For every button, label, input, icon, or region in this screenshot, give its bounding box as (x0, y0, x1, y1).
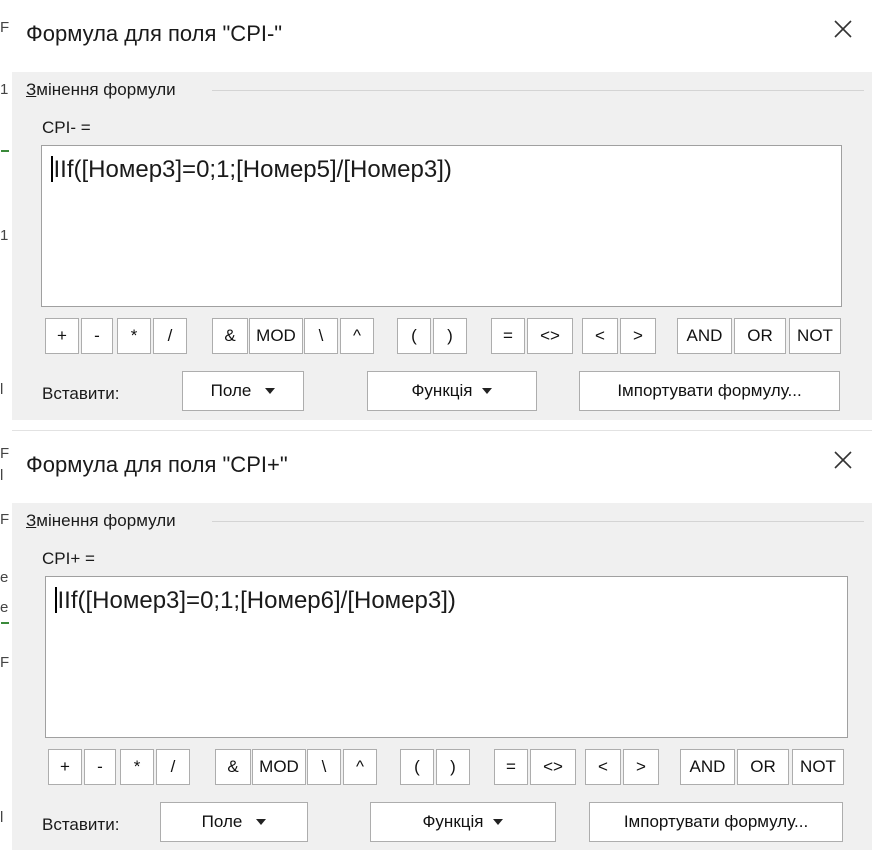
edge-glyph: 1 (0, 227, 9, 244)
text-cursor (55, 587, 57, 613)
edge-glyph: l (0, 467, 4, 484)
operator-or-button[interactable]: OR (737, 749, 789, 785)
edge-glyph: 1 (0, 81, 9, 98)
field-label: CPI+ = (42, 549, 95, 568)
operator-less-button[interactable]: < (585, 749, 621, 785)
group-title: Змінення формули (26, 80, 182, 100)
operator-intdiv-button[interactable]: \ (307, 749, 341, 785)
formula-dialog-cpi-minus: Формула для поля "CPI-" Змінення формули… (12, 0, 872, 420)
formula-dialog-cpi-plus: Формула для поля "CPI+" Змінення формули… (12, 430, 872, 850)
operator-concat-button[interactable]: & (215, 749, 251, 785)
operator-divide-button[interactable]: / (156, 749, 190, 785)
operator-less-button[interactable]: < (582, 318, 618, 354)
close-icon[interactable] (830, 447, 856, 473)
operator-greater-button[interactable]: > (620, 318, 656, 354)
formula-text: IIf([Номер3]=0;1;[Номер6]/[Номер3]) (57, 587, 456, 614)
operator-plus-button[interactable]: + (48, 749, 82, 785)
group-title-text: мінення формули (36, 80, 176, 99)
field-label: CPI- = (42, 118, 91, 137)
edge-glyph: l (0, 381, 4, 398)
close-paren-button[interactable]: ) (436, 749, 470, 785)
operator-notequal-button[interactable]: <> (527, 318, 573, 354)
group-title: Змінення формули (26, 511, 182, 531)
insert-field-dropdown[interactable]: Поле (182, 371, 304, 411)
dialog-titlebar: Формула для поля "CPI-" (12, 0, 872, 72)
group-divider (212, 521, 864, 522)
formula-editor[interactable]: IIf([Номер3]=0;1;[Номер5]/[Номер3]) (41, 145, 842, 307)
operator-mod-button[interactable]: MOD (252, 749, 306, 785)
chevron-down-icon (493, 819, 504, 825)
insert-field-dropdown[interactable]: Поле (160, 802, 308, 842)
operator-greater-button[interactable]: > (623, 749, 659, 785)
edge-glyph: e (0, 599, 9, 616)
background-window-edge: F 1 1 l F l F e e F l (0, 0, 12, 838)
chevron-down-icon (482, 388, 493, 394)
insert-function-label: Функція (411, 381, 473, 400)
operator-minus-button[interactable]: - (84, 749, 116, 785)
edge-glyph: l (0, 809, 4, 826)
group-divider (212, 90, 864, 91)
insert-function-dropdown[interactable]: Функція (370, 802, 556, 842)
edge-glyph: F (0, 654, 10, 671)
operator-equals-button[interactable]: = (494, 749, 528, 785)
edge-glyph: F (0, 445, 10, 462)
insert-function-label: Функція (422, 812, 484, 831)
operator-plus-button[interactable]: + (45, 318, 79, 354)
edge-glyph: F (0, 19, 10, 36)
close-paren-button[interactable]: ) (433, 318, 467, 354)
dialog-title: Формула для поля "CPI-" (26, 21, 283, 46)
operator-divide-button[interactable]: / (153, 318, 187, 354)
operator-or-button[interactable]: OR (734, 318, 786, 354)
operator-notequal-button[interactable]: <> (530, 749, 576, 785)
operator-power-button[interactable]: ^ (343, 749, 377, 785)
operator-multiply-button[interactable]: * (117, 318, 151, 354)
group-title-accesskey: З (26, 511, 37, 530)
text-cursor (51, 156, 53, 182)
chevron-down-icon (265, 388, 276, 394)
group-title-text: мінення формули (36, 511, 176, 530)
import-formula-button[interactable]: Імпортувати формулу... (579, 371, 840, 411)
operator-concat-button[interactable]: & (212, 318, 248, 354)
chevron-down-icon (256, 819, 267, 825)
open-paren-button[interactable]: ( (400, 749, 434, 785)
import-formula-button[interactable]: Імпортувати формулу... (589, 802, 843, 842)
insert-label: Вставити: (42, 384, 120, 403)
insert-function-dropdown[interactable]: Функція (367, 371, 537, 411)
operator-power-button[interactable]: ^ (340, 318, 374, 354)
formula-text: IIf([Номер3]=0;1;[Номер5]/[Номер3]) (53, 156, 452, 183)
edge-green-mark (1, 150, 9, 152)
formula-editor[interactable]: IIf([Номер3]=0;1;[Номер6]/[Номер3]) (45, 576, 848, 738)
open-paren-button[interactable]: ( (397, 318, 431, 354)
operator-mod-button[interactable]: MOD (249, 318, 303, 354)
operator-minus-button[interactable]: - (81, 318, 113, 354)
operator-not-button[interactable]: NOT (789, 318, 841, 354)
operator-equals-button[interactable]: = (491, 318, 525, 354)
operator-and-button[interactable]: AND (680, 749, 735, 785)
insert-field-label: Поле (201, 812, 243, 831)
operator-intdiv-button[interactable]: \ (304, 318, 338, 354)
close-icon[interactable] (830, 16, 856, 42)
dialog-title: Формула для поля "CPI+" (26, 452, 288, 477)
dialog-titlebar: Формула для поля "CPI+" (12, 431, 872, 503)
operator-not-button[interactable]: NOT (792, 749, 844, 785)
edge-glyph: F (0, 511, 10, 528)
insert-field-label: Поле (210, 381, 252, 400)
operator-and-button[interactable]: AND (677, 318, 732, 354)
group-title-accesskey: З (26, 80, 37, 99)
edge-glyph: e (0, 569, 9, 586)
operator-multiply-button[interactable]: * (120, 749, 154, 785)
edge-green-mark (1, 622, 9, 624)
insert-label: Вставити: (42, 815, 120, 834)
